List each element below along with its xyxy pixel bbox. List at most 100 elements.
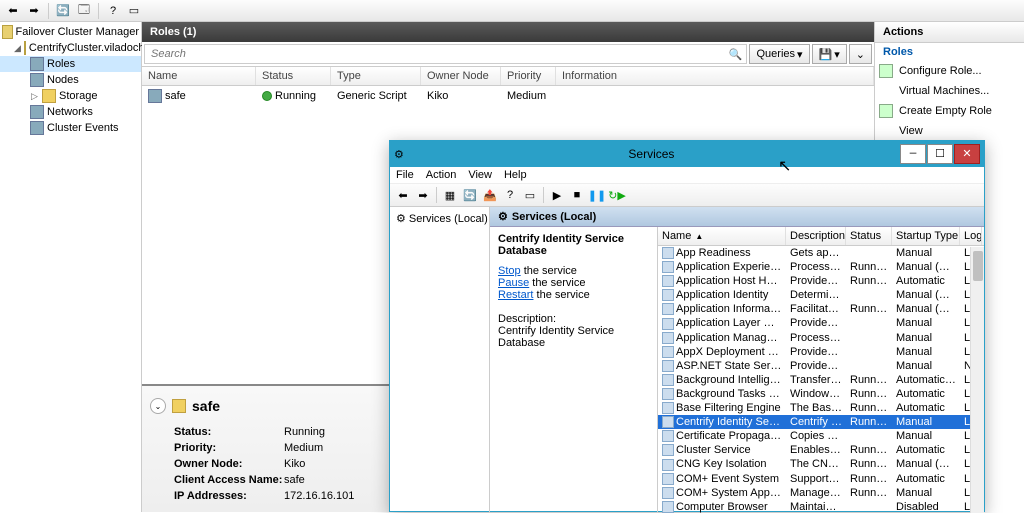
pause-icon[interactable]: ❚❚ (588, 186, 606, 204)
help-icon[interactable]: ? (104, 2, 122, 20)
action-view[interactable]: View (875, 121, 1024, 141)
service-row[interactable]: Application ManagementProcesses in...Man… (658, 331, 984, 345)
service-row[interactable]: Application Layer Gateway ...Provides su… (658, 316, 984, 330)
action-configure-role[interactable]: Configure Role... (875, 61, 1024, 81)
col-type[interactable]: Type (331, 67, 421, 85)
role-detail-icon (172, 399, 186, 413)
stop-link[interactable]: Stop (498, 265, 521, 277)
refresh-icon[interactable]: 🔄 (461, 186, 479, 204)
expand-icon[interactable]: ▷ (30, 92, 39, 101)
service-icon (662, 402, 674, 414)
pause-link[interactable]: Pause (498, 277, 529, 289)
service-row[interactable]: CNG Key IsolationThe CNG ke...RunningMan… (658, 457, 984, 471)
menu-help[interactable]: Help (504, 169, 527, 181)
tree-nodes[interactable]: Nodes (0, 72, 141, 88)
col-priority[interactable]: Priority (501, 67, 556, 85)
service-row[interactable]: Computer BrowserMaintains a...DisabledLo… (658, 500, 984, 513)
expand-button[interactable]: ⌄ (849, 44, 872, 64)
chevron-down-icon: ▾ (797, 48, 803, 61)
col-status[interactable]: Status (256, 67, 331, 85)
service-row[interactable]: COM+ Event SystemSupports Sy...RunningAu… (658, 472, 984, 486)
expand-icon[interactable]: ◢ (14, 44, 21, 53)
action-label: Create Empty Role (899, 105, 992, 117)
view-icon[interactable]: ▦ (441, 186, 459, 204)
back-icon[interactable]: ⬅ (4, 2, 22, 20)
action-create-empty[interactable]: Create Empty Role (875, 101, 1024, 121)
services-titlebar[interactable]: ⚙ Services — ☐ ✕ (390, 141, 984, 167)
play-icon[interactable]: ▶ (548, 186, 566, 204)
queries-button[interactable]: Queries▾ (749, 44, 809, 64)
forward-icon[interactable]: ➡ (414, 186, 432, 204)
tree-root[interactable]: Failover Cluster Manager (0, 24, 141, 40)
tree-root-label: Failover Cluster Manager (16, 26, 140, 38)
restart-link[interactable]: Restart (498, 289, 533, 301)
role-row[interactable]: safe Running Generic Script Kiko Medium (142, 86, 874, 106)
tree-cluster[interactable]: ◢CentrifyCluster.viladochave... (0, 40, 141, 56)
refresh-icon[interactable]: 🔄 (54, 2, 72, 20)
props-icon[interactable]: ▭ (521, 186, 539, 204)
col-info[interactable]: Information (556, 67, 874, 85)
service-row[interactable]: Application ExperienceProcesses a...Runn… (658, 260, 984, 274)
svc-col-status[interactable]: Status (846, 227, 892, 245)
service-row[interactable]: Application InformationFacilitates t...R… (658, 302, 984, 316)
pane-icon[interactable]: ▭ (125, 2, 143, 20)
service-row[interactable]: COM+ System ApplicationManages th...Runn… (658, 486, 984, 500)
tree-storage[interactable]: ▷Storage (0, 88, 141, 104)
minimize-button[interactable]: — (900, 144, 926, 164)
configure-icon (879, 64, 893, 78)
scrollbar[interactable] (970, 247, 984, 513)
menu-action[interactable]: Action (426, 169, 457, 181)
service-row[interactable]: ASP.NET State ServiceProvides su...Manua… (658, 359, 984, 373)
scroll-thumb[interactable] (973, 251, 983, 281)
help-icon[interactable]: ? (501, 186, 519, 204)
service-row[interactable]: Cluster ServiceEnables serv...RunningAut… (658, 443, 984, 457)
menu-view[interactable]: View (468, 169, 492, 181)
service-row[interactable]: Background Intelligent Tran...Transfers … (658, 373, 984, 387)
svc-col-startup[interactable]: Startup Type (892, 227, 960, 245)
maximize-button[interactable]: ☐ (927, 144, 953, 164)
close-button[interactable]: ✕ (954, 144, 980, 164)
service-row[interactable]: Base Filtering EngineThe Base Fil...Runn… (658, 401, 984, 415)
search-input[interactable] (149, 47, 713, 61)
service-row[interactable]: Application Host Helper Ser...Provides a… (658, 274, 984, 288)
service-row[interactable]: App ReadinessGets apps re...ManualLoc (658, 246, 984, 260)
props-icon[interactable]: 🗔 (75, 2, 93, 20)
service-row[interactable]: Application IdentityDetermines ...Manual… (658, 288, 984, 302)
export-icon[interactable]: 📤 (481, 186, 499, 204)
nav-tree: Failover Cluster Manager ◢CentrifyCluste… (0, 22, 142, 512)
search-input-wrap[interactable]: 🔍 (144, 44, 747, 64)
queries-label: Queries (756, 48, 795, 60)
restart-icon[interactable]: ↻▶ (608, 186, 626, 204)
save-query-button[interactable]: 💾▾ (812, 44, 847, 64)
col-owner[interactable]: Owner Node (421, 67, 501, 85)
service-row[interactable]: AppX Deployment Service (...Provides inf… (658, 345, 984, 359)
stop-icon[interactable]: ■ (568, 186, 586, 204)
value-priority: Medium (284, 442, 323, 454)
forward-icon[interactable]: ➡ (25, 2, 43, 20)
label-ip: IP Addresses: (174, 490, 284, 502)
tree-events[interactable]: Cluster Events (0, 120, 141, 136)
action-vms[interactable]: Virtual Machines... (875, 81, 1024, 101)
service-row[interactable]: Centrify Identity Service Dat...Centrify… (658, 415, 984, 429)
gear-icon: ⚙ (396, 212, 406, 225)
svc-col-name[interactable]: Name▲ (658, 227, 786, 245)
desc-text: Centrify Identity Service Database (498, 325, 649, 349)
svc-col-desc[interactable]: Description (786, 227, 846, 245)
menu-file[interactable]: File (396, 169, 414, 181)
gear-icon: ⚙ (498, 210, 508, 223)
back-icon[interactable]: ⬅ (394, 186, 412, 204)
search-icon[interactable]: 🔍 (729, 48, 743, 61)
svc-col-log[interactable]: Log (960, 227, 982, 245)
service-icon (662, 289, 674, 301)
services-local-node[interactable]: ⚙Services (Local) (394, 211, 485, 226)
value-owner: Kiko (284, 458, 305, 470)
service-row[interactable]: Certificate PropagationCopies user ...Ma… (658, 429, 984, 443)
service-row[interactable]: Background Tasks Infrastru...Windows in.… (658, 387, 984, 401)
collapse-icon[interactable]: ⌄ (150, 398, 166, 414)
col-name[interactable]: Name (142, 67, 256, 85)
label-owner: Owner Node: (174, 458, 284, 470)
tree-networks[interactable]: Networks (0, 104, 141, 120)
tree-roles[interactable]: Roles (0, 56, 141, 72)
service-icon (662, 261, 674, 273)
link-suffix: the service (529, 277, 585, 289)
